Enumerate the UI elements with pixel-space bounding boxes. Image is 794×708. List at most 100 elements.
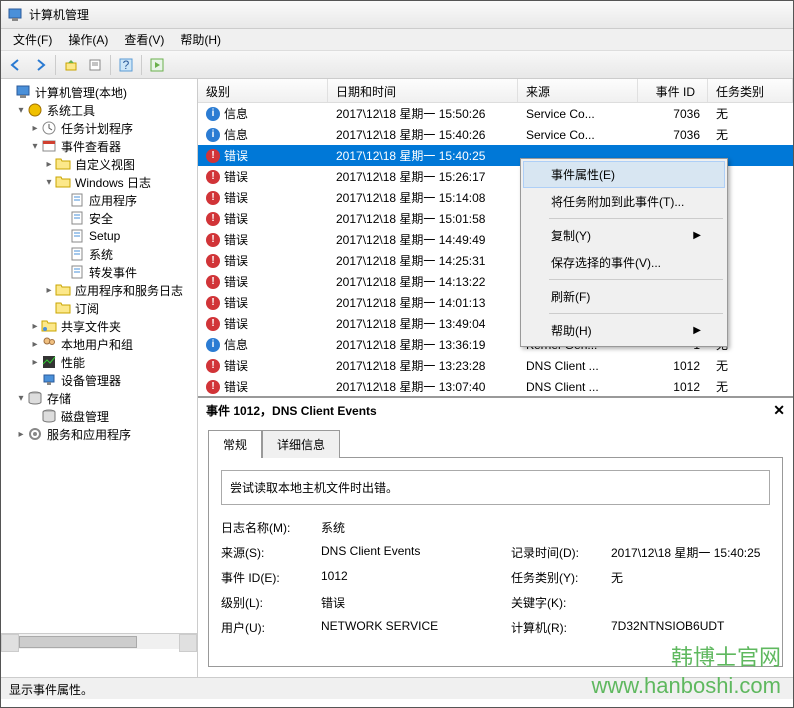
event-message: 尝试读取本地主机文件时出错。 bbox=[221, 470, 770, 505]
cm-event-properties[interactable]: 事件属性(E) bbox=[523, 161, 725, 188]
event-level: 信息 bbox=[224, 126, 248, 143]
event-level: 错误 bbox=[224, 252, 248, 269]
toolbar: ? bbox=[1, 51, 793, 79]
close-icon[interactable]: ✕ bbox=[773, 402, 785, 419]
tools-icon bbox=[27, 102, 43, 118]
help-button[interactable]: ? bbox=[115, 54, 137, 76]
tree-applog[interactable]: 应用程序 bbox=[1, 191, 197, 209]
error-icon: ! bbox=[206, 149, 220, 163]
error-icon: ! bbox=[206, 254, 220, 268]
event-row[interactable]: i信息2017\12\18 星期一 15:40:26Service Co...7… bbox=[198, 124, 793, 145]
chevron-right-icon[interactable]: ▸ bbox=[29, 357, 41, 368]
tree-hscrollbar[interactable] bbox=[1, 633, 197, 649]
forward-button[interactable] bbox=[29, 54, 51, 76]
event-id: 7036 bbox=[638, 105, 708, 123]
tree-sharedfolders[interactable]: ▸共享文件夹 bbox=[1, 317, 197, 335]
chevron-down-icon[interactable]: ▾ bbox=[15, 105, 27, 116]
chevron-right-icon[interactable]: ▸ bbox=[29, 339, 41, 350]
chevron-right-icon[interactable]: ▸ bbox=[15, 429, 27, 440]
label-category: 任务类别(Y): bbox=[511, 569, 611, 586]
cm-refresh[interactable]: 刷新(F) bbox=[523, 283, 725, 310]
tree-customviews[interactable]: ▸自定义视图 bbox=[1, 155, 197, 173]
chevron-down-icon[interactable]: ▾ bbox=[43, 177, 55, 188]
tree-systools[interactable]: ▾系统工具 bbox=[1, 101, 197, 119]
chevron-down-icon[interactable]: ▾ bbox=[15, 393, 27, 404]
label-level: 级别(L): bbox=[221, 594, 321, 611]
event-level: 错误 bbox=[224, 168, 248, 185]
chevron-down-icon[interactable]: ▾ bbox=[29, 141, 41, 152]
chevron-right-icon[interactable]: ▸ bbox=[43, 285, 55, 296]
chevron-right-icon[interactable]: ▸ bbox=[29, 123, 41, 134]
statusbar: 显示事件属性。 bbox=[1, 677, 793, 699]
label-eventid: 事件 ID(E): bbox=[221, 569, 321, 586]
tree-subs[interactable]: 订阅 bbox=[1, 299, 197, 317]
menu-file[interactable]: 文件(F) bbox=[5, 29, 60, 50]
context-menu[interactable]: 事件属性(E) 将任务附加到此事件(T)... 复制(Y)▶ 保存选择的事件(V… bbox=[520, 158, 728, 347]
log-icon bbox=[69, 210, 85, 226]
error-icon: ! bbox=[206, 233, 220, 247]
error-icon: ! bbox=[206, 296, 220, 310]
event-level: 错误 bbox=[224, 231, 248, 248]
event-datetime: 2017\12\18 星期一 14:13:22 bbox=[328, 271, 518, 292]
event-source: DNS Client ... bbox=[518, 357, 638, 375]
tree-diskmgmt[interactable]: 磁盘管理 bbox=[1, 407, 197, 425]
menu-help[interactable]: 帮助(H) bbox=[172, 29, 229, 50]
col-source[interactable]: 来源 bbox=[518, 79, 638, 102]
menu-view[interactable]: 查看(V) bbox=[116, 29, 172, 50]
tree-winlogs[interactable]: ▾Windows 日志 bbox=[1, 173, 197, 191]
tree-devmgr[interactable]: 设备管理器 bbox=[1, 371, 197, 389]
tree-eventviewer[interactable]: ▾事件查看器 bbox=[1, 137, 197, 155]
tree-svcapps[interactable]: ▸服务和应用程序 bbox=[1, 425, 197, 443]
tab-general[interactable]: 常规 bbox=[208, 430, 262, 458]
event-datetime: 2017\12\18 星期一 13:36:19 bbox=[328, 334, 518, 355]
disk-icon bbox=[41, 408, 57, 424]
col-level[interactable]: 级别 bbox=[198, 79, 328, 102]
cm-attach-task[interactable]: 将任务附加到此事件(T)... bbox=[523, 188, 725, 215]
detail-tabs: 常规 详细信息 bbox=[198, 423, 793, 457]
tree-localusers[interactable]: ▸本地用户和组 bbox=[1, 335, 197, 353]
tree-syslog[interactable]: 系统 bbox=[1, 245, 197, 263]
props-button[interactable] bbox=[84, 54, 106, 76]
tree-taskscheduler[interactable]: ▸任务计划程序 bbox=[1, 119, 197, 137]
tree-setuplog[interactable]: Setup bbox=[1, 227, 197, 245]
cm-save-selected[interactable]: 保存选择的事件(V)... bbox=[523, 249, 725, 276]
cm-copy[interactable]: 复制(Y)▶ bbox=[523, 222, 725, 249]
error-icon: ! bbox=[206, 191, 220, 205]
event-row[interactable]: i信息2017\12\18 星期一 15:50:26Service Co...7… bbox=[198, 103, 793, 124]
tree-fwdlog[interactable]: 转发事件 bbox=[1, 263, 197, 281]
menubar: 文件(F) 操作(A) 查看(V) 帮助(H) bbox=[1, 29, 793, 51]
event-datetime: 2017\12\18 星期一 15:40:26 bbox=[328, 124, 518, 145]
computer-icon bbox=[15, 84, 31, 100]
tree-seclog[interactable]: 安全 bbox=[1, 209, 197, 227]
col-datetime[interactable]: 日期和时间 bbox=[328, 79, 518, 102]
nav-tree[interactable]: 计算机管理(本地) ▾系统工具 ▸任务计划程序 ▾事件查看器 ▸自定义视图 ▾W… bbox=[1, 79, 198, 677]
event-level: 信息 bbox=[224, 336, 248, 353]
event-level: 错误 bbox=[224, 147, 248, 164]
log-icon bbox=[69, 228, 85, 244]
value-eventid: 1012 bbox=[321, 569, 511, 586]
value-logged: 2017\12\18 星期一 15:40:25 bbox=[611, 544, 770, 561]
log-icon bbox=[69, 192, 85, 208]
chevron-right-icon[interactable]: ▸ bbox=[29, 321, 41, 332]
event-row[interactable]: !错误2017\12\18 星期一 13:07:40DNS Client ...… bbox=[198, 376, 793, 397]
col-eventid[interactable]: 事件 ID bbox=[638, 79, 708, 102]
back-button[interactable] bbox=[5, 54, 27, 76]
event-row[interactable]: !错误2017\12\18 星期一 13:23:28DNS Client ...… bbox=[198, 355, 793, 376]
cm-help[interactable]: 帮助(H)▶ bbox=[523, 317, 725, 344]
event-source bbox=[518, 154, 638, 158]
value-logname: 系统 bbox=[321, 519, 770, 536]
action-button[interactable] bbox=[146, 54, 168, 76]
up-button[interactable] bbox=[60, 54, 82, 76]
tree-root[interactable]: 计算机管理(本地) bbox=[1, 83, 197, 101]
tree-perf[interactable]: ▸性能 bbox=[1, 353, 197, 371]
tree-appsvclogs[interactable]: ▸应用程序和服务日志 bbox=[1, 281, 197, 299]
event-category: 无 bbox=[708, 376, 793, 397]
event-datetime: 2017\12\18 星期一 13:23:28 bbox=[328, 355, 518, 376]
storage-icon bbox=[27, 390, 43, 406]
col-category[interactable]: 任务类别 bbox=[708, 79, 793, 102]
tree-storage[interactable]: ▾存储 bbox=[1, 389, 197, 407]
event-level: 错误 bbox=[224, 210, 248, 227]
tab-details[interactable]: 详细信息 bbox=[262, 430, 340, 458]
menu-action[interactable]: 操作(A) bbox=[60, 29, 116, 50]
chevron-right-icon[interactable]: ▸ bbox=[43, 159, 55, 170]
